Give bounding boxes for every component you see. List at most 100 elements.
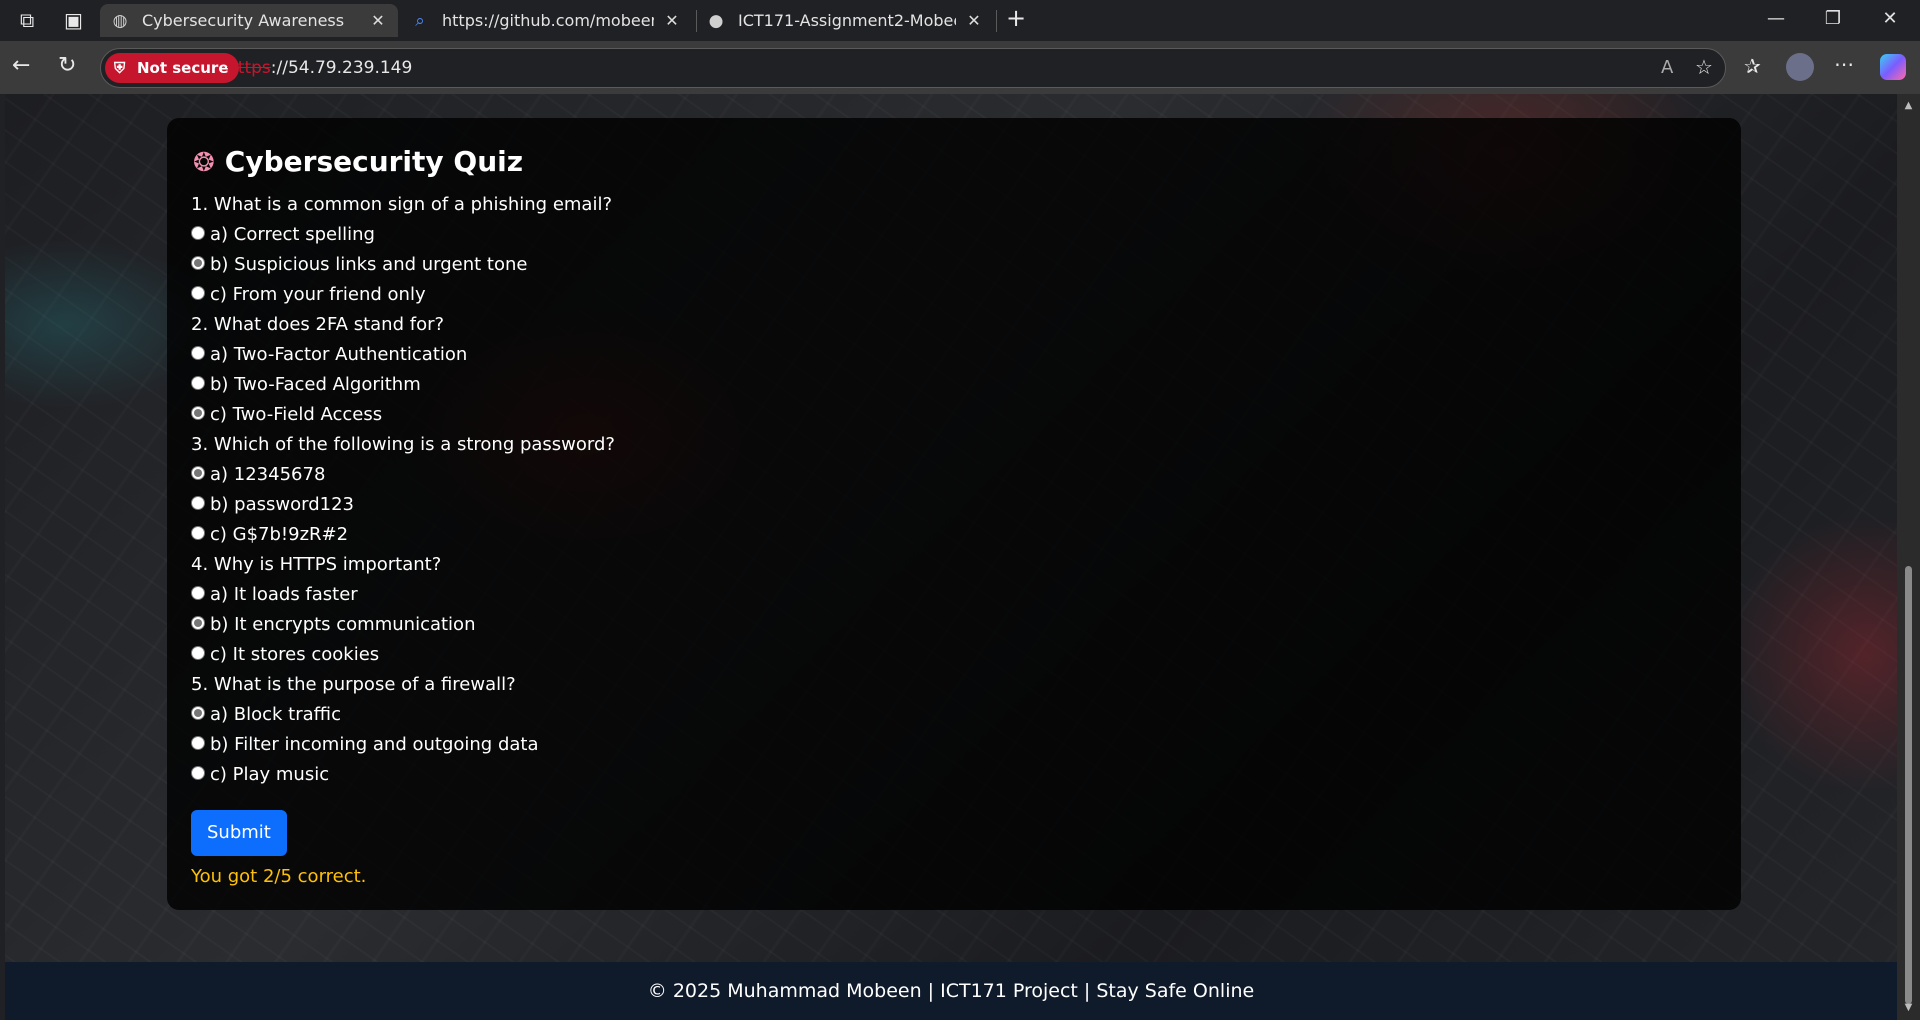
globe-icon: ◍ (112, 10, 128, 31)
radio-button[interactable] (191, 466, 205, 480)
question-text: 4. Why is HTTPS important? (191, 554, 442, 575)
question-text: 5. What is the purpose of a firewall? (191, 674, 516, 695)
answer-option[interactable]: b) Two-Faced Algorithm (191, 370, 1717, 400)
favorites-icon[interactable]: ✰ (1744, 56, 1761, 76)
brain-icon: ❂ (193, 148, 215, 178)
read-aloud-icon[interactable]: A (1661, 58, 1673, 78)
url-host: ://54.79.239.149 (270, 58, 413, 78)
tab-separator (996, 10, 997, 32)
radio-button[interactable] (191, 346, 205, 360)
not-secure-badge[interactable]: ⛨ Not secure (105, 53, 239, 83)
answer-option-label: a) Two-Factor Authentication (210, 344, 468, 365)
quiz-heading: ❂ Cybersecurity Quiz (193, 142, 1717, 182)
question-text: 2. What does 2FA stand for? (191, 314, 445, 335)
more-options-icon[interactable]: ⋯ (1834, 54, 1854, 74)
profile-avatar[interactable] (1786, 53, 1814, 81)
close-tab-icon[interactable]: ✕ (964, 11, 984, 30)
scroll-thumb[interactable] (1905, 566, 1912, 1004)
close-window-icon[interactable]: ✕ (1870, 8, 1910, 29)
answer-option-label: b) Filter incoming and outgoing data (210, 734, 539, 755)
answer-option-label: c) G$7b!9zR#2 (210, 524, 349, 545)
answer-option-label: a) Correct spelling (210, 224, 375, 245)
answer-option-label: c) It stores cookies (210, 644, 380, 665)
page-viewport: ❂ Cybersecurity Quiz 1. What is a common … (5, 94, 1897, 1020)
answer-option[interactable]: a) It loads faster (191, 580, 1717, 610)
answer-option-label: c) Play music (210, 764, 330, 785)
refresh-icon[interactable]: ↻ (58, 55, 76, 77)
tab-github-repo[interactable]: ● ICT171-Assignment2-Mobeen/ch ✕ (700, 4, 992, 37)
radio-button[interactable] (191, 496, 205, 510)
tab-separator (696, 10, 697, 32)
radio-button[interactable] (191, 646, 205, 660)
answer-option[interactable]: a) 12345678 (191, 460, 1717, 490)
quiz-title: Cybersecurity Quiz (224, 145, 524, 178)
radio-button[interactable] (191, 616, 205, 630)
github-icon: ● (708, 10, 724, 31)
submit-button[interactable]: Submit (191, 810, 287, 856)
browser-toolbar: ← ↻ ⛨ Not secure https://54.79.239.149 A… (0, 41, 1920, 94)
workspaces-icon[interactable]: ⧉ (20, 10, 34, 30)
answer-option-label: a) Block traffic (210, 704, 341, 725)
new-tab-icon[interactable]: + (1006, 6, 1026, 30)
answer-option-label: c) From your friend only (210, 284, 426, 305)
quiz-result: You got 2/5 correct. (191, 866, 367, 887)
answer-option[interactable]: b) Suspicious links and urgent tone (191, 250, 1717, 280)
radio-button[interactable] (191, 256, 205, 270)
page-footer: © 2025 Muhammad Mobeen | ICT171 Project … (5, 962, 1897, 1020)
radio-button[interactable] (191, 406, 205, 420)
radio-button[interactable] (191, 706, 205, 720)
answer-option[interactable]: a) Correct spelling (191, 220, 1717, 250)
close-tab-icon[interactable]: ✕ (662, 11, 682, 30)
search-icon: ⌕ (415, 10, 425, 31)
scroll-down-icon[interactable]: ▼ (1897, 1002, 1920, 1013)
answer-option[interactable]: b) It encrypts communication (191, 610, 1717, 640)
answer-option[interactable]: b) Filter incoming and outgoing data (191, 730, 1717, 760)
tab-title: ICT171-Assignment2-Mobeen/ch (738, 11, 956, 30)
radio-button[interactable] (191, 736, 205, 750)
not-secure-label: Not secure (137, 59, 229, 77)
tab-title: https://github.com/mobeensharif0 (442, 11, 654, 30)
address-bar[interactable]: ⛨ Not secure https://54.79.239.149 A ☆ (100, 48, 1726, 88)
close-tab-icon[interactable]: ✕ (368, 11, 388, 30)
favorite-star-icon[interactable]: ☆ (1695, 57, 1713, 77)
answer-option[interactable]: b) password123 (191, 490, 1717, 520)
browser-tab-strip: ⧉ ▣ ◍ Cybersecurity Awareness ✕ ⌕ https:… (0, 0, 1920, 41)
radio-button[interactable] (191, 766, 205, 780)
shield-warning-icon: ⛨ (114, 59, 126, 77)
copilot-icon[interactable] (1880, 54, 1906, 80)
radio-button[interactable] (191, 526, 205, 540)
answer-option-label: a) 12345678 (210, 464, 326, 485)
question-list: 1. What is a common sign of a phishing e… (191, 190, 1717, 790)
answer-option[interactable]: a) Two-Factor Authentication (191, 340, 1717, 370)
back-icon[interactable]: ← (12, 55, 30, 77)
vertical-tabs-icon[interactable]: ▣ (64, 10, 83, 30)
answer-option-label: b) password123 (210, 494, 354, 515)
quiz-card: ❂ Cybersecurity Quiz 1. What is a common … (167, 118, 1741, 910)
answer-option[interactable]: c) Play music (191, 760, 1717, 790)
question-text: 3. Which of the following is a strong pa… (191, 434, 615, 455)
radio-button[interactable] (191, 376, 205, 390)
answer-option-label: a) It loads faster (210, 584, 358, 605)
answer-option[interactable]: c) G$7b!9zR#2 (191, 520, 1717, 550)
radio-button[interactable] (191, 226, 205, 240)
radio-button[interactable] (191, 586, 205, 600)
tab-github-search[interactable]: ⌕ https://github.com/mobeensharif0 ✕ (404, 4, 690, 37)
tab-cybersecurity-awareness[interactable]: ◍ Cybersecurity Awareness ✕ (100, 4, 398, 37)
minimize-icon[interactable]: — (1756, 8, 1796, 29)
answer-option[interactable]: c) From your friend only (191, 280, 1717, 310)
question-text: 1. What is a common sign of a phishing e… (191, 194, 613, 215)
answer-option-label: b) Suspicious links and urgent tone (210, 254, 528, 275)
url-protocol: https (227, 58, 271, 78)
answer-option-label: b) Two-Faced Algorithm (210, 374, 421, 395)
scroll-up-icon[interactable]: ▲ (1897, 100, 1920, 111)
answer-option[interactable]: a) Block traffic (191, 700, 1717, 730)
footer-text: © 2025 Muhammad Mobeen | ICT171 Project … (647, 980, 1255, 1002)
restore-icon[interactable]: ❐ (1813, 8, 1853, 29)
url-text[interactable]: https://54.79.239.149 (227, 49, 412, 87)
radio-button[interactable] (191, 286, 205, 300)
answer-option-label: b) It encrypts communication (210, 614, 476, 635)
answer-option[interactable]: c) Two-Field Access (191, 400, 1717, 430)
answer-option-label: c) Two-Field Access (210, 404, 383, 425)
answer-option[interactable]: c) It stores cookies (191, 640, 1717, 670)
page-scrollbar[interactable]: ▲ ▼ (1897, 94, 1920, 1020)
